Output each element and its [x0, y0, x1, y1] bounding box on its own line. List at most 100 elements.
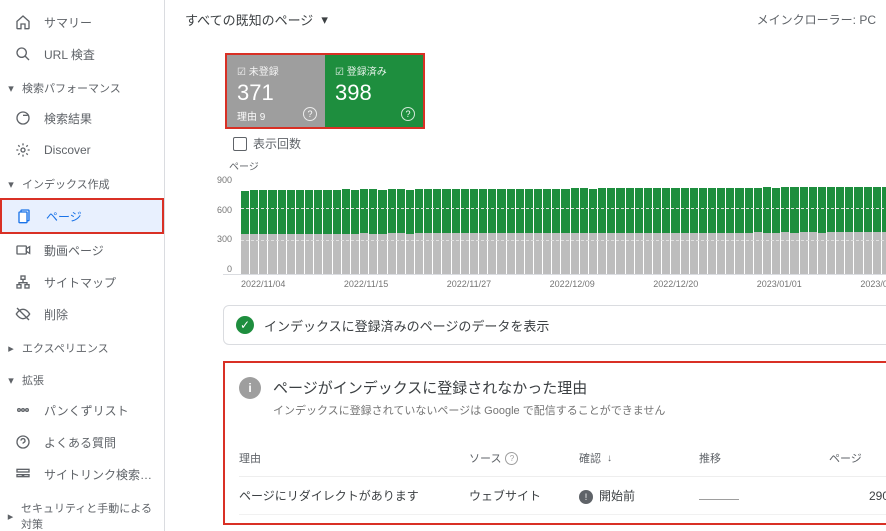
chart-bar	[278, 190, 286, 274]
chart-bar	[882, 187, 886, 274]
sidebar-item-breadcrumbs[interactable]: パンくずリスト	[0, 394, 164, 426]
chart-bar	[671, 188, 679, 274]
chart-bar	[351, 190, 359, 274]
chevron-right-icon: ▸	[6, 510, 15, 523]
chart-bar	[507, 189, 515, 274]
col-pages[interactable]: ページ	[829, 450, 886, 466]
sidebar-group-experience[interactable]: ▸ エクスペリエンス	[0, 330, 164, 362]
breadcrumb-icon	[14, 401, 32, 419]
chart-bar	[681, 188, 689, 274]
card-count: 371	[237, 80, 315, 106]
chart-bar	[296, 190, 304, 274]
impressions-toggle[interactable]: 表示回数	[233, 135, 886, 152]
sidebar-item-search-results[interactable]: 検索結果	[0, 102, 164, 134]
chart-bar	[653, 188, 661, 274]
sidebar-label: 動画ページ	[44, 242, 104, 259]
sidebar-group-label: 拡張	[22, 372, 44, 388]
checkbox-label: 表示回数	[253, 135, 301, 152]
banner-text: インデックスに登録済みのページのデータを表示	[264, 316, 549, 335]
sidebar-group-extensions[interactable]: ▾ 拡張	[0, 362, 164, 394]
chevron-right-icon: ▸	[6, 342, 16, 355]
help-icon[interactable]: ?	[505, 452, 518, 465]
sidebar-label: 検索結果	[44, 110, 92, 127]
sidebar-item-summary[interactable]: サマリー	[0, 6, 164, 38]
sidebar-item-sitelinks[interactable]: サイトリンク検索ボックス	[0, 458, 164, 490]
chart-bar	[644, 188, 652, 274]
chart-bar	[552, 189, 560, 274]
chart-bar	[616, 188, 624, 274]
cell-reason: ページにリダイレクトがあります	[239, 487, 469, 504]
sidebar-item-faq[interactable]: よくある質問	[0, 426, 164, 458]
sidebar-item-sitemaps[interactable]: サイトマップ	[0, 266, 164, 298]
sidebar-label: URL 検査	[44, 46, 95, 63]
trend-sparkline	[699, 499, 739, 500]
chart-bar	[342, 189, 350, 274]
help-icon[interactable]: ?	[401, 107, 415, 121]
chart-bar	[314, 190, 322, 274]
search-icon	[14, 45, 32, 63]
chart-bar	[827, 187, 835, 274]
chart-bar	[772, 188, 780, 274]
reasons-subtitle: インデックスに登録されていないページは Google で配信することができません	[273, 402, 886, 418]
discover-icon	[14, 141, 32, 159]
col-validate[interactable]: 確認	[579, 450, 699, 466]
chart-bar	[388, 189, 396, 274]
col-trend[interactable]: 推移	[699, 450, 829, 466]
sidebar-label: ページ	[46, 208, 82, 225]
chart-bar	[699, 188, 707, 274]
sidebar-label: 削除	[44, 306, 68, 323]
chevron-down-icon: ▾	[6, 82, 16, 95]
col-reason[interactable]: 理由	[239, 450, 469, 466]
sidebar-group-indexing[interactable]: ▾ インデックス作成	[0, 166, 164, 198]
sidebar-label: サマリー	[44, 14, 92, 31]
sidebar-group-label: エクスペリエンス	[22, 340, 109, 356]
help-icon[interactable]: ?	[303, 107, 317, 121]
chart-bar	[854, 187, 862, 274]
chart-bar	[433, 189, 441, 274]
page-filter-dropdown[interactable]: すべての既知のページ ▾	[185, 10, 328, 29]
sidebar-group-label: インデックス作成	[22, 176, 110, 192]
chart-bar	[690, 188, 698, 274]
sidebar-item-pages[interactable]: ページ	[2, 200, 162, 232]
chart-bar	[763, 187, 771, 274]
sidebar-group-performance[interactable]: ▾ 検索パフォーマンス	[0, 70, 164, 102]
chart-bar	[662, 188, 670, 274]
chart-bar	[571, 188, 579, 274]
chart-bar	[369, 189, 377, 274]
sidebar-item-removals[interactable]: 削除	[0, 298, 164, 330]
cell-validate: !開始前	[579, 487, 699, 504]
card-registered[interactable]: ☑ 登録済み 398 ?	[325, 55, 423, 127]
chart: ページ 9006003000 2022/11/042022/11/152022/…	[223, 158, 886, 289]
chart-axis-title: ページ	[229, 158, 886, 173]
indexed-data-link[interactable]: ✓ インデックスに登録済みのページのデータを表示 ›	[223, 305, 886, 345]
chart-bar	[635, 188, 643, 274]
chart-bar	[442, 189, 450, 274]
chart-bar	[268, 190, 276, 274]
chart-bar	[809, 187, 817, 274]
chart-bar	[864, 187, 872, 274]
table-row[interactable]: ページにリダイレクトがあります ウェブサイト !開始前 290	[239, 477, 886, 515]
home-icon	[14, 13, 32, 31]
chart-bar	[516, 189, 524, 274]
sidebar-group-security[interactable]: ▸ セキュリティと手動による対策	[0, 490, 164, 531]
col-source[interactable]: ソース?	[469, 450, 579, 466]
chart-bar	[378, 190, 386, 274]
sitemap-icon	[14, 273, 32, 291]
sidebar-item-video-pages[interactable]: 動画ページ	[0, 234, 164, 266]
chart-bar	[534, 189, 542, 274]
sidebar: サマリー URL 検査 ▾ 検索パフォーマンス 検索結果 Discover ▾ …	[0, 0, 165, 531]
chart-bar	[708, 188, 716, 274]
chart-bar	[488, 189, 496, 274]
chart-bar	[333, 190, 341, 274]
chart-bar	[259, 190, 267, 274]
chart-bar	[543, 189, 551, 274]
crawler-label: メインクローラー: PC	[757, 11, 876, 28]
sidebar-item-url-inspect[interactable]: URL 検査	[0, 38, 164, 70]
sidebar-item-discover[interactable]: Discover	[0, 134, 164, 166]
sidebar-label: よくある質問	[44, 434, 116, 451]
checkbox-icon: ☑ 未登録	[237, 63, 315, 78]
chart-bar	[745, 188, 753, 274]
card-not-registered[interactable]: ☑ 未登録 371 理由 9 ?	[227, 55, 325, 127]
info-icon: i	[239, 377, 261, 399]
sidebar-label: Discover	[44, 143, 91, 157]
